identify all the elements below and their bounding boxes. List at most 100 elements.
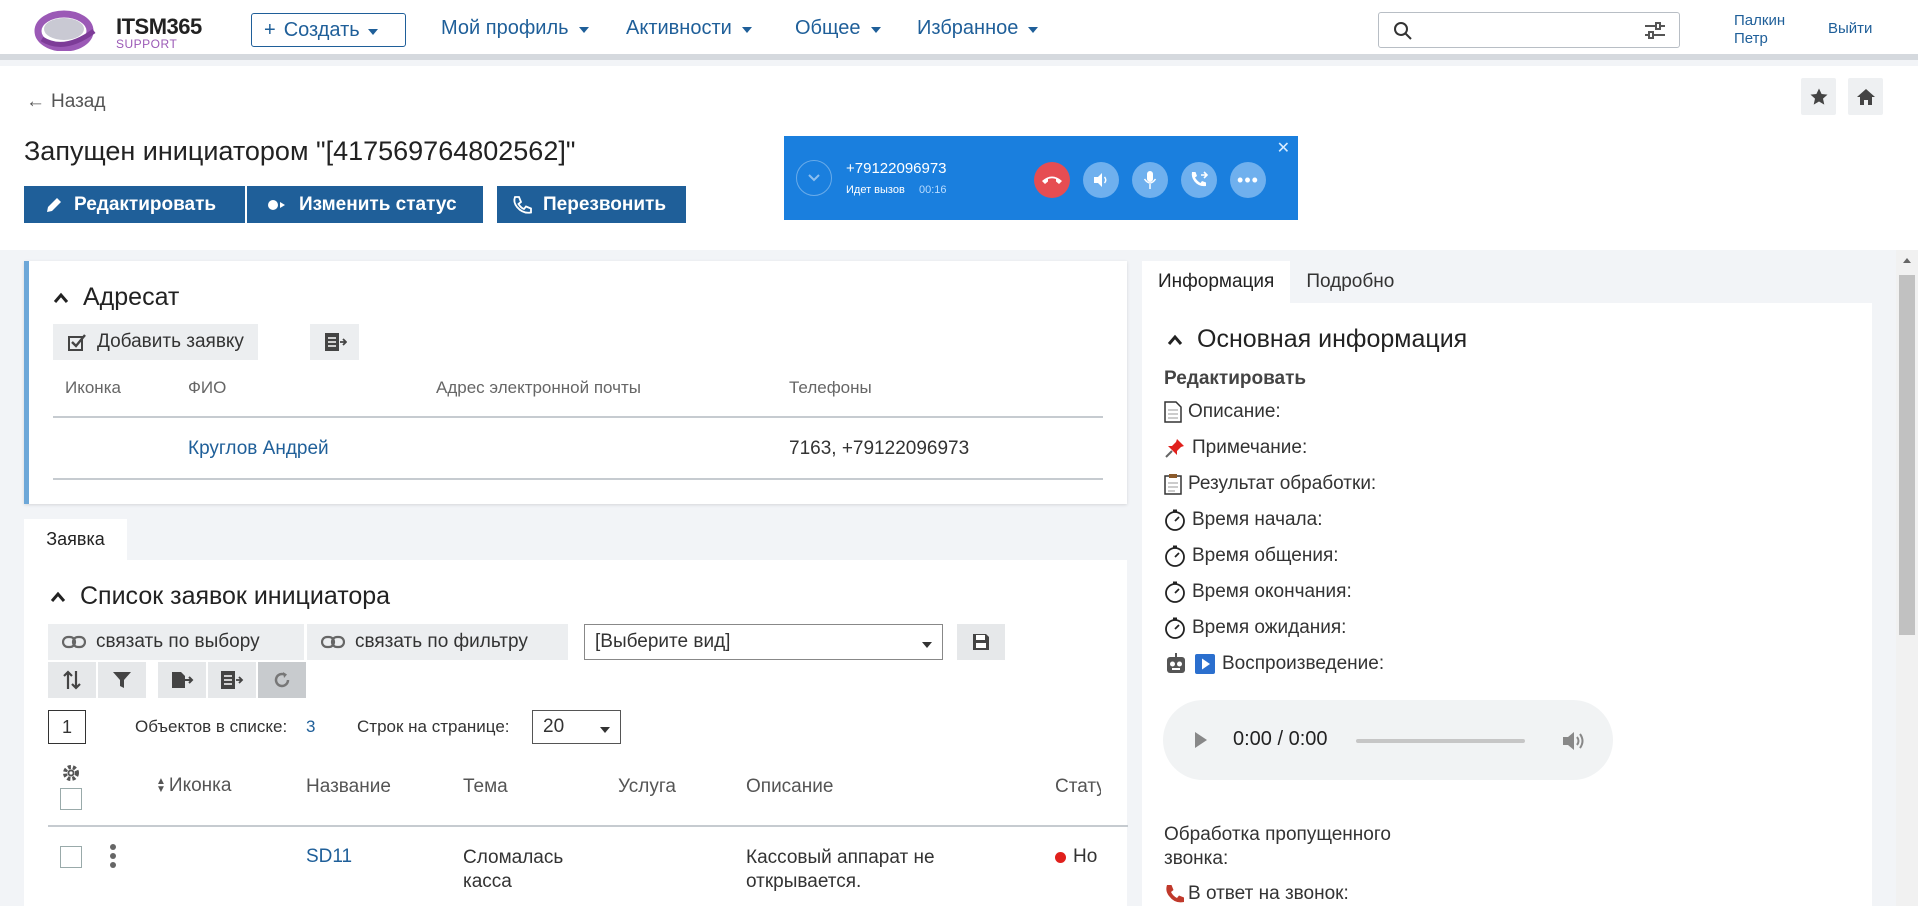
sort-button[interactable] <box>48 662 96 698</box>
nav-my-profile[interactable]: Мой профиль <box>441 17 589 40</box>
rows-per-page-select[interactable]: 20 <box>532 710 621 744</box>
speaker-button[interactable] <box>1083 162 1119 198</box>
export-icon <box>172 672 194 688</box>
chevron-down-icon <box>808 174 820 182</box>
logout-link[interactable]: Выйти <box>1828 20 1872 37</box>
column-header-name[interactable]: Название <box>306 776 391 798</box>
play-button-icon <box>1195 654 1215 674</box>
close-icon[interactable]: ✕ <box>1277 138 1290 158</box>
export-list-button[interactable] <box>158 662 206 698</box>
create-button[interactable]: + Создать <box>251 13 406 47</box>
more-actions-button[interactable]: ••• <box>1230 162 1266 198</box>
call-duration: 00:16 <box>919 184 947 196</box>
change-status-button[interactable]: Изменить статус <box>247 186 483 223</box>
status-arrow-icon <box>268 199 285 210</box>
hangup-button[interactable] <box>1034 162 1070 198</box>
main-info-header[interactable]: Основная информация <box>1167 325 1467 354</box>
nav-label: Активности <box>626 17 732 39</box>
contact-name-link[interactable]: Круглов Андрей <box>188 438 329 460</box>
field-note: Примечание: <box>1164 437 1307 459</box>
edit-label: Редактировать <box>74 193 217 215</box>
save-view-button[interactable] <box>957 624 1005 660</box>
link-by-selection-button[interactable]: связать по выбору <box>48 624 304 660</box>
page-number-input[interactable]: 1 <box>48 710 86 744</box>
filter-button[interactable] <box>98 662 146 698</box>
pencil-icon <box>47 197 61 212</box>
column-header-description[interactable]: Описание <box>746 776 833 798</box>
row-checkbox[interactable] <box>60 846 82 868</box>
home-button[interactable] <box>1848 78 1883 115</box>
export-button[interactable] <box>310 324 359 360</box>
scrollbar-thumb[interactable] <box>1899 275 1915 635</box>
refresh-button[interactable] <box>258 662 306 698</box>
filter-settings-icon[interactable] <box>1643 21 1667 41</box>
row-actions-icon[interactable] <box>110 844 116 868</box>
objects-count-value: 3 <box>306 717 316 736</box>
audio-progress-bar[interactable] <box>1356 739 1525 743</box>
view-select[interactable]: [Выберите вид] <box>584 624 943 660</box>
column-header-icon[interactable]: ▲ ▼ Иконка <box>156 775 231 797</box>
search-input[interactable] <box>1378 12 1680 48</box>
link-by-filter-button[interactable]: связать по фильтру <box>307 624 568 660</box>
request-status: Но <box>1055 846 1127 868</box>
edit-button[interactable]: Редактировать <box>24 186 245 223</box>
scroll-up-icon[interactable] <box>1902 256 1912 264</box>
request-number-link[interactable]: SD11 <box>306 846 352 868</box>
collapse-call-button[interactable] <box>796 160 832 196</box>
column-header-service[interactable]: Услуга <box>618 776 676 798</box>
nav-general[interactable]: Общее <box>795 17 881 40</box>
main-info-title: Основная информация <box>1197 325 1468 353</box>
select-all-checkbox[interactable] <box>60 788 82 810</box>
user-last-name: Петр <box>1734 30 1768 47</box>
arrow-left-icon: ← <box>26 91 45 112</box>
edit-info-link[interactable]: Редактировать <box>1164 368 1306 390</box>
call-back-button[interactable]: Перезвонить <box>497 186 686 223</box>
field-wait-time: Время ожидания: <box>1164 617 1346 639</box>
call-status-text: Идет вызов <box>846 184 905 196</box>
field-missed-call-line-1: Обработка пропущенного <box>1164 824 1391 845</box>
call-transfer-icon <box>1191 171 1209 187</box>
nav-favorites[interactable]: Избранное <box>917 17 1039 40</box>
create-label: Создать <box>283 18 360 41</box>
requests-header[interactable]: Список заявок инициатора <box>50 582 390 611</box>
nav-label: Общее <box>795 17 861 39</box>
gear-icon[interactable] <box>61 763 81 783</box>
star-icon <box>1810 88 1827 105</box>
tab-request[interactable]: Заявка <box>24 519 127 560</box>
clipboard-icon <box>1164 474 1182 495</box>
field-end-time: Время окончания: <box>1164 581 1352 603</box>
logo-swoosh-icon <box>34 10 96 51</box>
column-header-status[interactable]: Стату <box>1055 776 1101 798</box>
field-playback: Воспроизведение: <box>1164 653 1384 675</box>
table-divider <box>48 825 1128 827</box>
transfer-button[interactable] <box>1181 162 1217 198</box>
export-table-button[interactable] <box>208 662 256 698</box>
export-table-icon <box>221 671 244 689</box>
add-request-button[interactable]: Добавить заявку <box>53 324 258 360</box>
volume-icon[interactable] <box>1561 730 1587 752</box>
request-description-line-1: Кассовый аппарат не <box>746 847 935 868</box>
nav-activities[interactable]: Активности <box>626 17 752 40</box>
play-icon[interactable] <box>1193 730 1209 750</box>
column-header-email: Адрес электронной почты <box>436 378 641 397</box>
mute-button[interactable] <box>1132 162 1168 198</box>
request-description: Кассовый аппарат не открывается. <box>746 846 935 894</box>
addressee-header[interactable]: Адресат <box>53 283 179 312</box>
app-logo[interactable]: ITSM365 SUPPORT <box>34 9 204 51</box>
stopwatch-icon <box>1165 617 1185 639</box>
user-name-link[interactable]: Палкин Петр <box>1734 12 1785 48</box>
requests-card: Список заявок инициатора связать по выбо… <box>24 560 1128 906</box>
column-header-name: ФИО <box>188 378 227 397</box>
chevron-up-icon <box>1167 334 1183 345</box>
tab-information[interactable]: Информация <box>1142 261 1291 303</box>
favorite-button[interactable] <box>1801 78 1836 115</box>
back-link[interactable]: ← Назад <box>26 91 105 113</box>
request-status-label: Но <box>1073 846 1098 867</box>
rows-per-page-value: 20 <box>543 716 565 737</box>
home-icon <box>1856 88 1875 105</box>
field-talk-time: Время общения: <box>1164 545 1339 567</box>
stopwatch-icon <box>1165 581 1185 603</box>
column-header-subject[interactable]: Тема <box>463 776 508 798</box>
refresh-icon <box>274 672 290 688</box>
tab-details[interactable]: Подробно <box>1290 261 1410 303</box>
